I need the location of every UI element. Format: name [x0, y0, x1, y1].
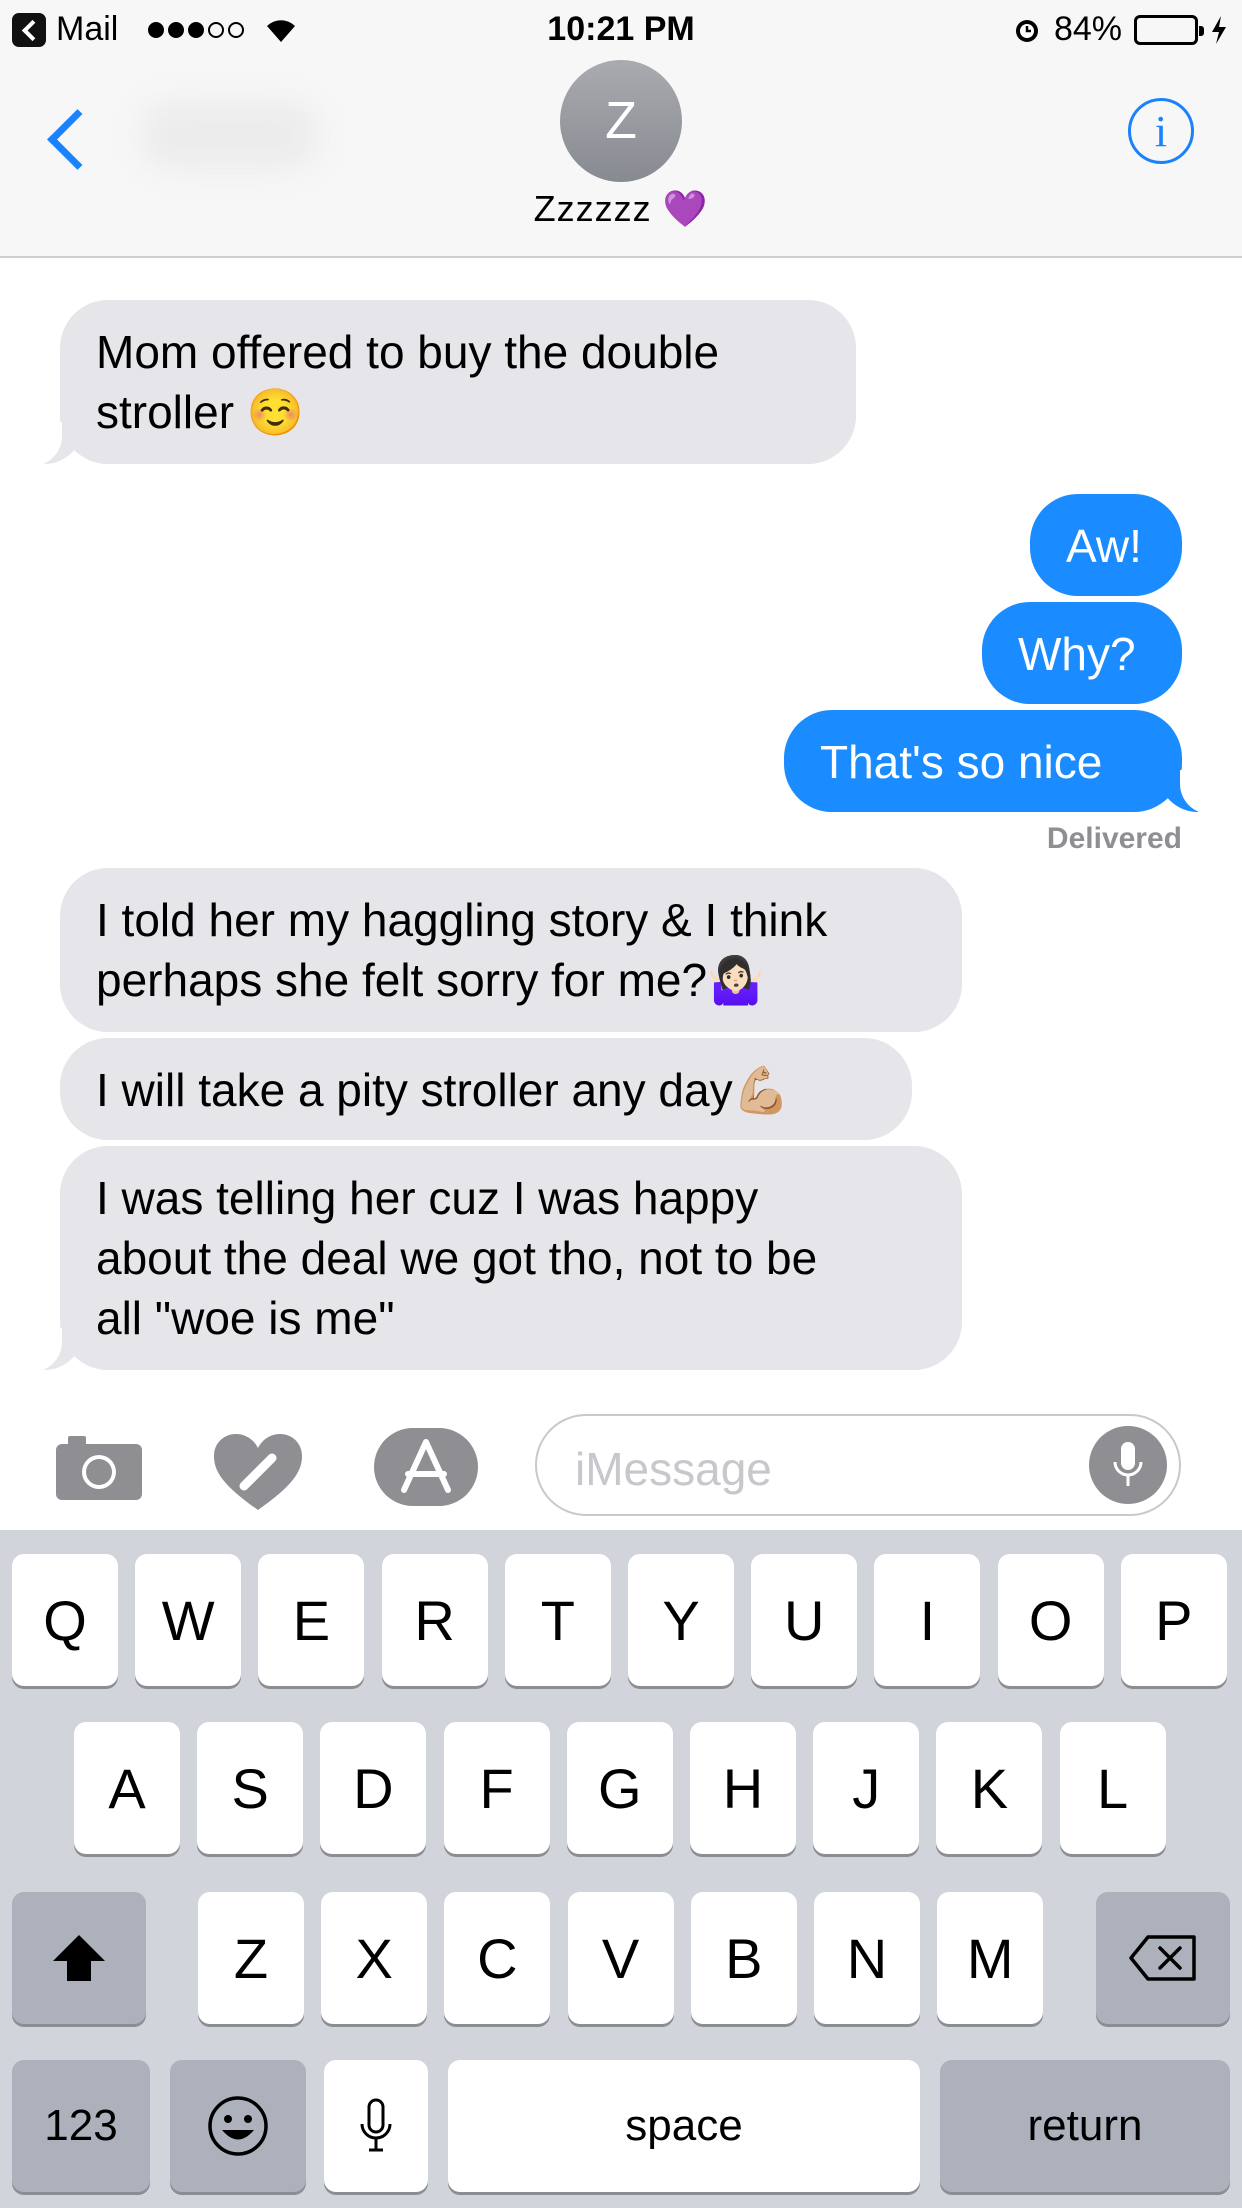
charging-bolt-icon — [1212, 15, 1226, 44]
key-d[interactable]: D — [320, 1722, 427, 1854]
key-q[interactable]: Q — [12, 1554, 118, 1686]
key-t[interactable]: T — [504, 1554, 611, 1686]
return-key[interactable]: return — [940, 2060, 1230, 2192]
key-s[interactable]: S — [197, 1722, 304, 1854]
backspace-icon — [1129, 1935, 1196, 1981]
status-bar: Mail 10:21 PM 84% — [0, 0, 1242, 60]
bubble-tail — [1158, 770, 1220, 814]
message-text: I will take a pity stroller any day💪🏼 — [96, 1064, 790, 1116]
status-right: 84% — [1012, 10, 1228, 49]
message-text-line: perhaps she felt sorry for me?🤷🏻‍♀️ — [96, 954, 765, 1006]
message-text-line: about the deal we got tho, not to be — [96, 1232, 818, 1284]
key-i[interactable]: I — [874, 1554, 981, 1686]
alarm-icon — [1015, 19, 1038, 42]
message-incoming[interactable]: Mom offered to buy the double stroller ☺… — [60, 300, 856, 464]
key-u[interactable]: U — [751, 1554, 858, 1686]
digital-touch-heart-icon[interactable] — [214, 1434, 302, 1512]
message-incoming[interactable]: I told her my haggling story & I think p… — [60, 868, 962, 1032]
app-store-icon[interactable] — [374, 1428, 478, 1506]
back-chevron-icon[interactable] — [38, 102, 98, 182]
dictation-key[interactable] — [324, 2060, 428, 2192]
camera-icon[interactable] — [56, 1434, 142, 1500]
emoji-smiley-icon — [208, 2096, 268, 2156]
message-outgoing[interactable]: Aw! — [1030, 494, 1182, 596]
message-text-line: all "woe is me" — [96, 1292, 395, 1344]
message-outgoing[interactable]: Why? — [982, 602, 1182, 704]
key-m[interactable]: M — [937, 1892, 1044, 2024]
microphone-icon — [360, 2098, 392, 2152]
space-key[interactable]: space — [448, 2060, 920, 2192]
keyboard: QWERTYUIOP ASDFGHJKL ZXCVBNM 123 space r… — [0, 1530, 1242, 2208]
key-r[interactable]: R — [381, 1554, 488, 1686]
key-f[interactable]: F — [443, 1722, 550, 1854]
message-text-line: stroller ☺️ — [96, 386, 305, 438]
key-l[interactable]: L — [1059, 1722, 1166, 1854]
dictation-mic-icon[interactable] — [1089, 1426, 1167, 1504]
key-c[interactable]: C — [444, 1892, 551, 2024]
message-outgoing[interactable]: That's so nice — [784, 710, 1182, 812]
key-b[interactable]: B — [690, 1892, 797, 2024]
message-text-line: I told her my haggling story & I think — [96, 894, 828, 946]
imessage-placeholder: iMessage — [575, 1443, 772, 1495]
message-text-line: I was telling her cuz I was happy — [96, 1172, 759, 1224]
message-text: That's so nice — [820, 736, 1103, 788]
info-icon[interactable]: i — [1128, 98, 1194, 164]
key-p[interactable]: P — [1120, 1554, 1227, 1686]
bubble-tail — [22, 1328, 84, 1372]
key-x[interactable]: X — [321, 1892, 428, 2024]
key-n[interactable]: N — [814, 1892, 920, 2024]
emoji-key[interactable] — [170, 2060, 306, 2192]
message-incoming[interactable]: I was telling her cuz I was happy about … — [60, 1146, 962, 1370]
message-text: Why? — [1018, 628, 1136, 680]
contact-avatar[interactable]: Z — [560, 60, 682, 182]
shift-key[interactable] — [12, 1892, 146, 2024]
key-e[interactable]: E — [258, 1554, 365, 1686]
battery-icon — [1134, 14, 1204, 45]
delete-key[interactable] — [1096, 1892, 1230, 2024]
key-v[interactable]: V — [567, 1892, 674, 2024]
key-o[interactable]: O — [997, 1554, 1104, 1686]
key-z[interactable]: Z — [198, 1892, 304, 2024]
conversation-header: Z Zzzzzz 💜 i — [0, 60, 1242, 258]
message-text-line: Mom offered to buy the double — [96, 326, 720, 378]
message-text: Aw! — [1066, 520, 1142, 572]
key-h[interactable]: H — [690, 1722, 796, 1854]
shift-arrow-icon — [53, 1935, 105, 1981]
blurred-back-label — [140, 100, 320, 170]
delivered-status: Delivered — [1046, 822, 1182, 855]
key-g[interactable]: G — [566, 1722, 673, 1854]
contact-name[interactable]: Zzzzzz 💜 — [0, 188, 1242, 230]
compose-bar: iMessage — [0, 1390, 1242, 1530]
numbers-key[interactable]: 123 — [12, 2060, 150, 2192]
key-k[interactable]: K — [936, 1722, 1043, 1854]
key-j[interactable]: J — [813, 1722, 920, 1854]
key-w[interactable]: W — [135, 1554, 242, 1686]
imessage-input[interactable]: iMessage — [535, 1414, 1181, 1516]
battery-percent: 84% — [1053, 10, 1122, 48]
bubble-tail — [22, 422, 84, 466]
key-y[interactable]: Y — [628, 1554, 734, 1686]
key-a[interactable]: A — [74, 1722, 180, 1854]
message-incoming[interactable]: I will take a pity stroller any day💪🏼 — [60, 1038, 912, 1140]
